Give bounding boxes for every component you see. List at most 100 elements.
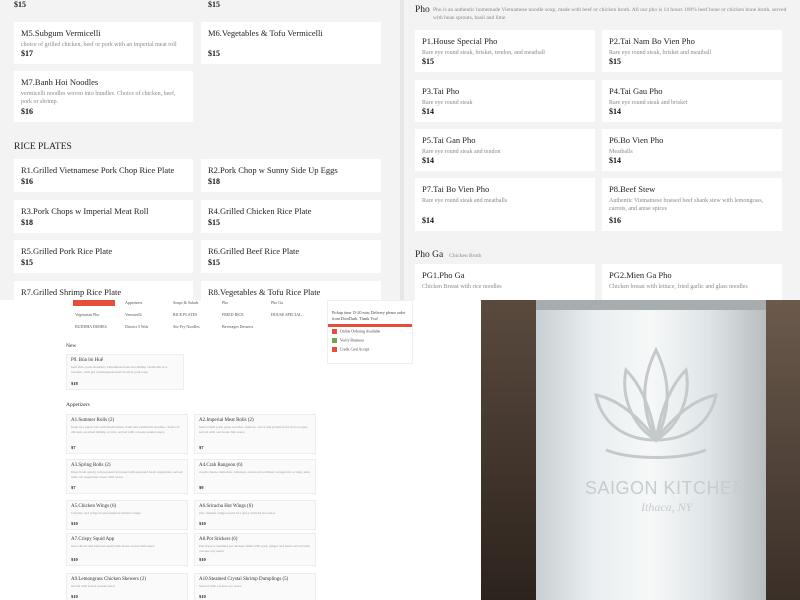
menu-item-card[interactable]: P1.House Special Pho Rare eye round stea… [415, 30, 595, 72]
item-price: $10 [71, 557, 78, 562]
item-name: R1.Grilled Vietnamese Pork Chop Rice Pla… [21, 165, 175, 175]
item-name: P5.Tai Gan Pho [422, 135, 476, 145]
badge-label: Credit Card Accept [340, 347, 370, 352]
nav-item-buddha-dishes[interactable]: BUDDHA DISHES [75, 324, 107, 329]
menu-item-card[interactable]: A10.Steamed Crystal Shrimp Dumplings (5)… [194, 573, 316, 600]
item-desc: served with house peanut sauce [71, 584, 116, 588]
menu-item-card[interactable]: P7.Tai Bo Vien Pho Rare eye round steak … [415, 178, 595, 231]
item-name: P8.Beef Stew [609, 184, 656, 194]
item-price: $10 [199, 557, 206, 562]
nav-item-pho-ga[interactable]: Pho Ga [271, 300, 283, 305]
menu-item-card[interactable]: R8.Vegetables & Tofu Rice Plate [201, 281, 381, 300]
nav-item-pho[interactable]: Pho [222, 300, 228, 305]
nav-item-appetizers[interactable]: Appetizers [125, 300, 142, 305]
menu-item-card[interactable]: M6.Vegetables & Tofu Vermicelli $15 [201, 22, 381, 64]
section-title: RICE PLATES [14, 142, 72, 152]
nav-item-district-5-wok[interactable]: District 5 Wok [125, 324, 148, 329]
item-name: A3.Spring Rolls (2) [71, 463, 111, 468]
item-price: $9 [199, 485, 204, 490]
badge-online-ordering: Online Ordering Available [328, 327, 412, 336]
nav-item-stir-fry-noodles[interactable]: Stir Fry Noodles [173, 324, 200, 329]
menu-item-card[interactable]: PG2.Mien Ga Pho Chicken breast with lett… [602, 264, 782, 300]
menu-item-card[interactable]: R3.Pork Chops w Imperial Meat Roll $18 [14, 200, 193, 233]
menu-item-card[interactable]: M5.Subgum Vermicelli choice of grilled c… [14, 22, 193, 64]
item-desc: choice of grilled chicken, beef or pork … [21, 42, 177, 49]
item-name: R6.Grilled Beef Rice Plate [208, 246, 300, 256]
item-price: $15 [208, 258, 220, 267]
section-title-new: New [66, 343, 77, 349]
item-name: PG2.Mien Ga Pho [609, 270, 672, 280]
menu-item-card[interactable]: P8.Beef Stew Authentic Vietnamese braise… [602, 178, 782, 231]
item-price: $14 [422, 156, 434, 165]
item-name: P9. Bún bò Huế [71, 358, 103, 363]
item-desc: Rare eye round steak, brisket and meatba… [609, 50, 712, 57]
item-price: $14 [609, 107, 621, 116]
menu-item-card[interactable]: R2.Pork Chop w Sunny Side Up Eggs $18 [201, 159, 381, 192]
menu-item-card[interactable]: R7.Grilled Shrimp Rice Plate [14, 281, 193, 300]
badge-verify-business: Verify Business [328, 336, 412, 345]
nav-item-house-special[interactable]: HOUSE SPECIAL... [271, 312, 305, 317]
nav-item-rice-plates[interactable]: RICE PLATES [173, 312, 197, 317]
menu-item-card[interactable]: P2.Tai Nam Bo Vien Pho Rare eye round st… [602, 30, 782, 72]
menu-item-card[interactable]: R6.Grilled Beef Rice Plate $15 [201, 240, 381, 273]
check-icon [332, 338, 337, 344]
nav-item-beverages-desserts[interactable]: Beverages Desserts [222, 324, 253, 329]
item-price: $15 [208, 49, 220, 58]
menu-item-card[interactable]: P3.Tai Pho Rare eye round steak $14 [415, 80, 595, 122]
item-desc: Rare eye round steak [422, 100, 473, 107]
item-price: $16 [21, 107, 33, 116]
item-price: $16 [609, 216, 621, 225]
item-price: $7 [71, 445, 76, 450]
menu-item-card[interactable]: R4.Grilled Chicken Rice Plate $15 [201, 200, 381, 233]
menu-item-card[interactable]: A1.Summer Rolls (2) fresh rice paper rol… [66, 414, 188, 454]
menu-item-card[interactable]: A4.Crab Rangoon (6) cream cheese, imitat… [194, 459, 316, 494]
item-desc: Rare eye round steak, brisket, tendon, a… [422, 50, 545, 57]
nav-item-active[interactable] [73, 300, 115, 306]
menu-item-card[interactable]: PG1.Pho Ga Chicken Breast with rice nood… [415, 264, 595, 300]
item-desc: Meatballs [609, 149, 633, 156]
menu-item-card[interactable]: M7.Banh Hoi Noodles vermicelli noodles w… [14, 71, 193, 122]
store-info-box: Pickup time 15-20 min; Delivery please o… [327, 300, 413, 364]
menu-item-card[interactable]: A5.Chicken Wings (6) Crunchy and crispy … [66, 500, 188, 530]
logo-text: SAIGON KITCHEN [585, 478, 747, 498]
pickup-info: Pickup time 15-20 min; Delivery please o… [328, 301, 412, 328]
menu-item-card[interactable]: A7.Crispy Squid App Juice sliced and bat… [66, 533, 188, 566]
item-price: $15 [208, 0, 220, 9]
menu-item-card[interactable]: R5.Grilled Pork Rice Plate $15 [14, 240, 193, 273]
section-desc: Pho is an authentic homemade Vietnamese … [433, 7, 793, 22]
item-price: $16 [21, 177, 33, 186]
menu-item-card[interactable]: A3.Spring Rolls (2) Deep fresh spring ro… [66, 459, 188, 494]
menu-item-card[interactable]: P6.Bo Vien Pho Meatballs $14 [602, 129, 782, 171]
item-desc: vermicelli noodles woven into bundles. C… [21, 91, 176, 106]
glass-photo: SAIGON KITCHEN Ithaca, NY [481, 300, 800, 600]
item-desc: Juice sliced and battered squid with hou… [71, 544, 155, 548]
badge-credit-card: Credit Card Accept [328, 345, 412, 354]
menu-item-card[interactable]: P9. Bún bò Huế beef shin, pork shoulder,… [66, 354, 184, 390]
item-price: $14 [609, 156, 621, 165]
menu-item-card[interactable]: A8.Pot Stickers (6) Pan fried or steamed… [194, 533, 316, 566]
item-name: A6.Sriracha Hot Wings (6) [199, 504, 253, 509]
item-name: M6.Vegetables & Tofu Vermicelli [208, 28, 323, 38]
item-price: $15 [422, 57, 434, 66]
item-price: $14 [422, 216, 434, 225]
menu-item-card[interactable]: P4.Tai Gau Pho Rare eye round steak and … [602, 80, 782, 122]
glass-rim [536, 300, 766, 310]
item-price: $17 [21, 49, 33, 58]
nav-item-soups-salads[interactable]: Soups & Salads [173, 300, 198, 305]
nav-item-fried-rice[interactable]: FRIED RICE [222, 312, 244, 317]
menu-item-card[interactable]: A9.Lemongrass Chicken Skewers (2) served… [66, 573, 188, 600]
menu-item-card[interactable]: P5.Tai Gan Pho Rare eye round steak and … [415, 129, 595, 171]
nav-item-vegetarian-pho[interactable]: Vegetarian Pho [75, 312, 99, 317]
menu-item-card[interactable]: A2.Imperial Meat Rolls (2) hand-rolled p… [194, 414, 316, 454]
logo-subtext: Ithaca, NY [641, 500, 693, 514]
menu-item-card[interactable]: A6.Sriracha Hot Wings (6) Our chicken wi… [194, 500, 316, 530]
menu-item-card[interactable]: R1.Grilled Vietnamese Pork Chop Rice Pla… [14, 159, 193, 192]
item-price: $7 [199, 445, 204, 450]
section-title-appetizers: Appetizers [66, 402, 90, 408]
nav-item-vermicelli[interactable]: Vermicelli [125, 312, 142, 317]
item-name: R5.Grilled Pork Rice Plate [21, 246, 113, 256]
menu-panel-pho: Pho Pho is an authentic homemade Vietnam… [400, 0, 800, 300]
item-name: P3.Tai Pho [422, 86, 460, 96]
item-desc: Rare eye round steak and brisket [609, 100, 688, 107]
item-desc: Authentic Vietnamese braised beef shank … [609, 198, 764, 213]
